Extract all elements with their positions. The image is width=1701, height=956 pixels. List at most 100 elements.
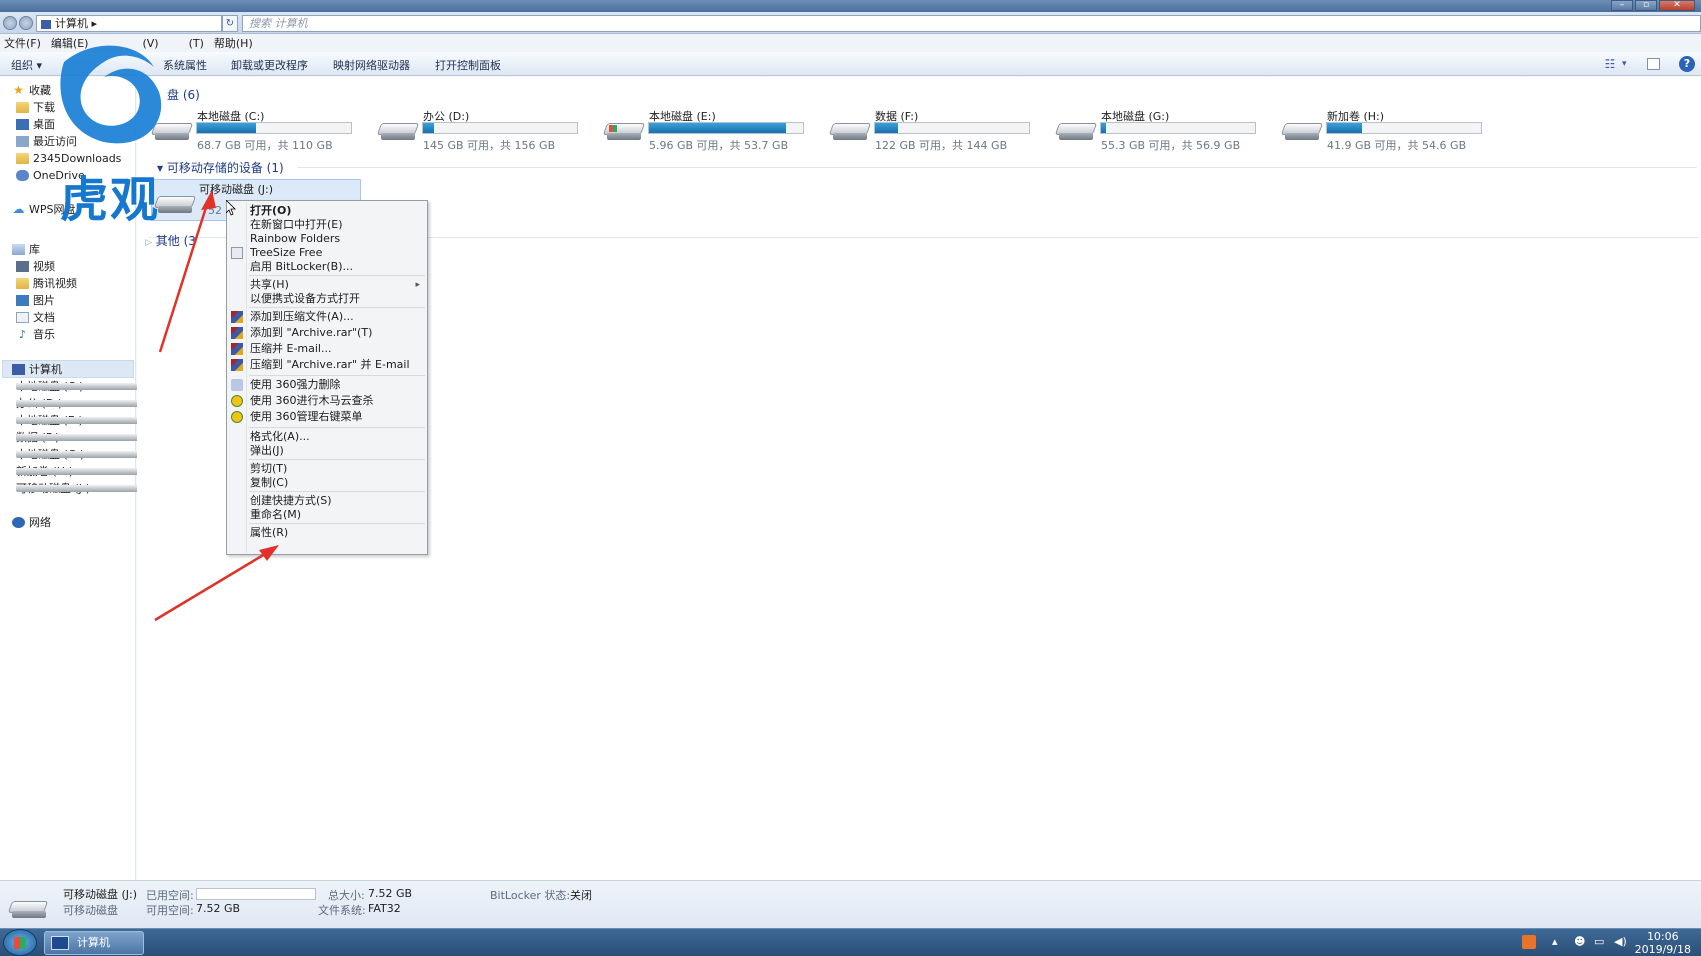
open-control-panel-button[interactable]: 打开控制面板	[435, 57, 501, 73]
nav-videos[interactable]: 视频	[16, 258, 55, 274]
tray-expand-icon[interactable]: ▴	[1552, 935, 1558, 948]
menu-item-label: 添加到压缩文件(A)...	[250, 310, 354, 323]
context-menu-item[interactable]: 属性(R)	[228, 526, 426, 540]
context-menu-item[interactable]: 创建快捷方式(S)	[228, 494, 426, 508]
360-icon	[231, 411, 243, 423]
drive-usage-bar	[874, 122, 1030, 134]
nav-label: 视频	[33, 260, 55, 273]
nav-drive-d[interactable]: 办公 (D:)	[16, 395, 230, 411]
context-menu-item[interactable]: 打开(O)	[228, 204, 426, 218]
total-size-value: 7.52 GB	[368, 887, 413, 900]
refresh-button[interactable]: ↻	[222, 15, 238, 32]
uninstall-program-button[interactable]: 卸载或更改程序	[231, 57, 308, 73]
drive-tile[interactable]: 本地磁盘 (C:) 68.7 GB 可用，共 110 GB	[149, 107, 363, 152]
start-button[interactable]	[3, 929, 37, 956]
nav-label: 腾讯视频	[33, 277, 77, 290]
context-menu-item[interactable]: 弹出(J)	[228, 444, 426, 458]
context-menu-item[interactable]: 剪切(T)	[228, 462, 426, 476]
forward-button[interactable]	[19, 16, 33, 30]
nav-network[interactable]: 网络	[12, 514, 51, 530]
context-menu-item[interactable]: 压缩并 E-mail...	[228, 342, 426, 356]
menu-item-label: 打开(O)	[250, 204, 292, 217]
document-icon	[16, 311, 29, 323]
drive-tile[interactable]: 本地磁盘 (E:) 5.96 GB 可用，共 53.7 GB	[601, 107, 815, 152]
taskbar-explorer-button[interactable]: 计算机	[44, 931, 144, 955]
nav-drive-g[interactable]: 本地磁盘 (G:)	[16, 446, 230, 462]
menu-item-label: 启用 BitLocker(B)...	[250, 260, 354, 273]
context-menu-item[interactable]: 使用 360强力删除	[228, 378, 426, 392]
nav-pictures[interactable]: 图片	[16, 292, 55, 308]
nav-computer[interactable]: 计算机	[12, 361, 62, 377]
context-menu-item[interactable]: TreeSize Free	[228, 246, 426, 260]
close-button[interactable]: ✕	[1659, 0, 1695, 11]
bitlocker-label: BitLocker 状态:	[490, 889, 571, 902]
nav-label: 音乐	[33, 328, 55, 341]
context-menu-item[interactable]: 在新窗口中打开(E)	[228, 218, 426, 232]
computer-icon	[41, 19, 51, 29]
tray-user-icon[interactable]: ☻	[1574, 935, 1585, 948]
hard-drive-icon	[828, 119, 872, 141]
drive-tile[interactable]: 数据 (F:) 122 GB 可用，共 144 GB	[827, 107, 1041, 152]
nav-libraries[interactable]: 库	[12, 241, 40, 257]
tray-volume-icon[interactable]: ◀)	[1614, 935, 1627, 948]
menu-file[interactable]: 文件(F)	[2, 35, 43, 51]
hard-drive-icon	[602, 119, 646, 141]
drive-usage-bar	[1326, 122, 1482, 134]
context-menu-item[interactable]: 启用 BitLocker(B)...	[228, 260, 426, 274]
drive-usage-bar	[196, 122, 352, 134]
other-header[interactable]: ▷ 其他 (3	[145, 232, 196, 249]
menu-item-label: 压缩到 "Archive.rar" 并 E-mail	[250, 358, 410, 371]
removable-storage-header[interactable]: ▾ 可移动存储的设备 (1)	[157, 159, 284, 176]
minimize-button[interactable]: –	[1611, 0, 1633, 11]
windows-logo-icon	[14, 937, 26, 949]
back-button[interactable]	[3, 16, 17, 30]
nav-documents[interactable]: 文档	[16, 309, 55, 325]
computer-icon	[51, 936, 69, 950]
nav-drive-e[interactable]: 本地磁盘 (E:)	[16, 412, 230, 428]
context-menu-item[interactable]: 添加到 "Archive.rar"(T)	[228, 326, 426, 340]
nav-drive-c[interactable]: 本地磁盘 (C:)	[16, 378, 230, 394]
view-options-icon[interactable]: ☷	[1602, 56, 1618, 72]
nav-drive-h[interactable]: 新加卷 (H:)	[16, 463, 230, 479]
help-icon[interactable]: ?	[1679, 56, 1695, 72]
drive-tile[interactable]: 新加卷 (H:) 41.9 GB 可用，共 54.6 GB	[1279, 107, 1493, 152]
nav-drive-j[interactable]: 可移动磁盘 (J:)	[16, 480, 230, 496]
nav-music[interactable]: ♪ 音乐	[16, 326, 55, 342]
menu-item-label: 格式化(A)...	[250, 430, 310, 443]
menu-separator	[249, 375, 425, 376]
organize-button[interactable]: 组织 ▾	[11, 57, 42, 73]
drive-tile[interactable]: 办公 (D:) 145 GB 可用，共 156 GB	[375, 107, 589, 152]
context-menu-item[interactable]: 格式化(A)...	[228, 430, 426, 444]
command-bar: 组织 ▾ 系统属性 卸载或更改程序 映射网络驱动器 打开控制面板 ☷ ▾ ?	[0, 52, 1701, 76]
context-menu-item[interactable]: 使用 360进行木马云查杀	[228, 394, 426, 408]
removable-header-label: 可移动存储的设备 (1)	[166, 161, 284, 175]
restore-button[interactable]: ▫	[1635, 0, 1657, 11]
menu-help[interactable]: 帮助(H)	[212, 35, 255, 51]
menu-tools[interactable]: (T)	[187, 37, 206, 50]
context-menu-item[interactable]: Rainbow Folders	[228, 232, 426, 246]
tray-network-icon[interactable]: ▭	[1594, 935, 1604, 948]
clock-date: 2019/9/18	[1634, 943, 1691, 956]
chevron-down-icon[interactable]: ▾	[1622, 56, 1638, 72]
context-menu-item[interactable]: 共享(H) ▸	[228, 278, 426, 292]
file-system-value: FAT32	[368, 902, 401, 915]
menu-item-label: 使用 360强力删除	[250, 378, 341, 391]
preview-pane-icon[interactable]	[1647, 58, 1660, 70]
context-menu-item[interactable]: 压缩到 "Archive.rar" 并 E-mail	[228, 358, 426, 372]
context-menu-item[interactable]: 添加到压缩文件(A)...	[228, 310, 426, 324]
map-network-drive-button[interactable]: 映射网络驱动器	[333, 57, 410, 73]
context-menu-item[interactable]: 重命名(M)	[228, 508, 426, 522]
bitlocker-value: 关闭	[570, 889, 592, 902]
tray-app-icon[interactable]	[1522, 935, 1536, 949]
nav-drive-f[interactable]: 数据 (F:)	[16, 429, 230, 445]
context-menu-item[interactable]: 复制(C)	[228, 476, 426, 490]
taskbar-clock[interactable]: 10:06 2019/9/18	[1635, 930, 1691, 956]
address-bar[interactable]: 计算机 ▸	[36, 15, 222, 32]
context-menu-item[interactable]: 以便携式设备方式打开	[228, 292, 426, 306]
drive-tile[interactable]: 本地磁盘 (G:) 55.3 GB 可用，共 56.9 GB	[1053, 107, 1267, 152]
context-menu-item[interactable]: 使用 360管理右键菜单	[228, 410, 426, 424]
menu-item-label: TreeSize Free	[250, 246, 323, 259]
nav-tencent-video[interactable]: 腾讯视频	[16, 275, 77, 291]
search-input[interactable]: 搜索 计算机	[242, 15, 1701, 32]
title-bar: – ▫ ✕	[0, 0, 1701, 12]
